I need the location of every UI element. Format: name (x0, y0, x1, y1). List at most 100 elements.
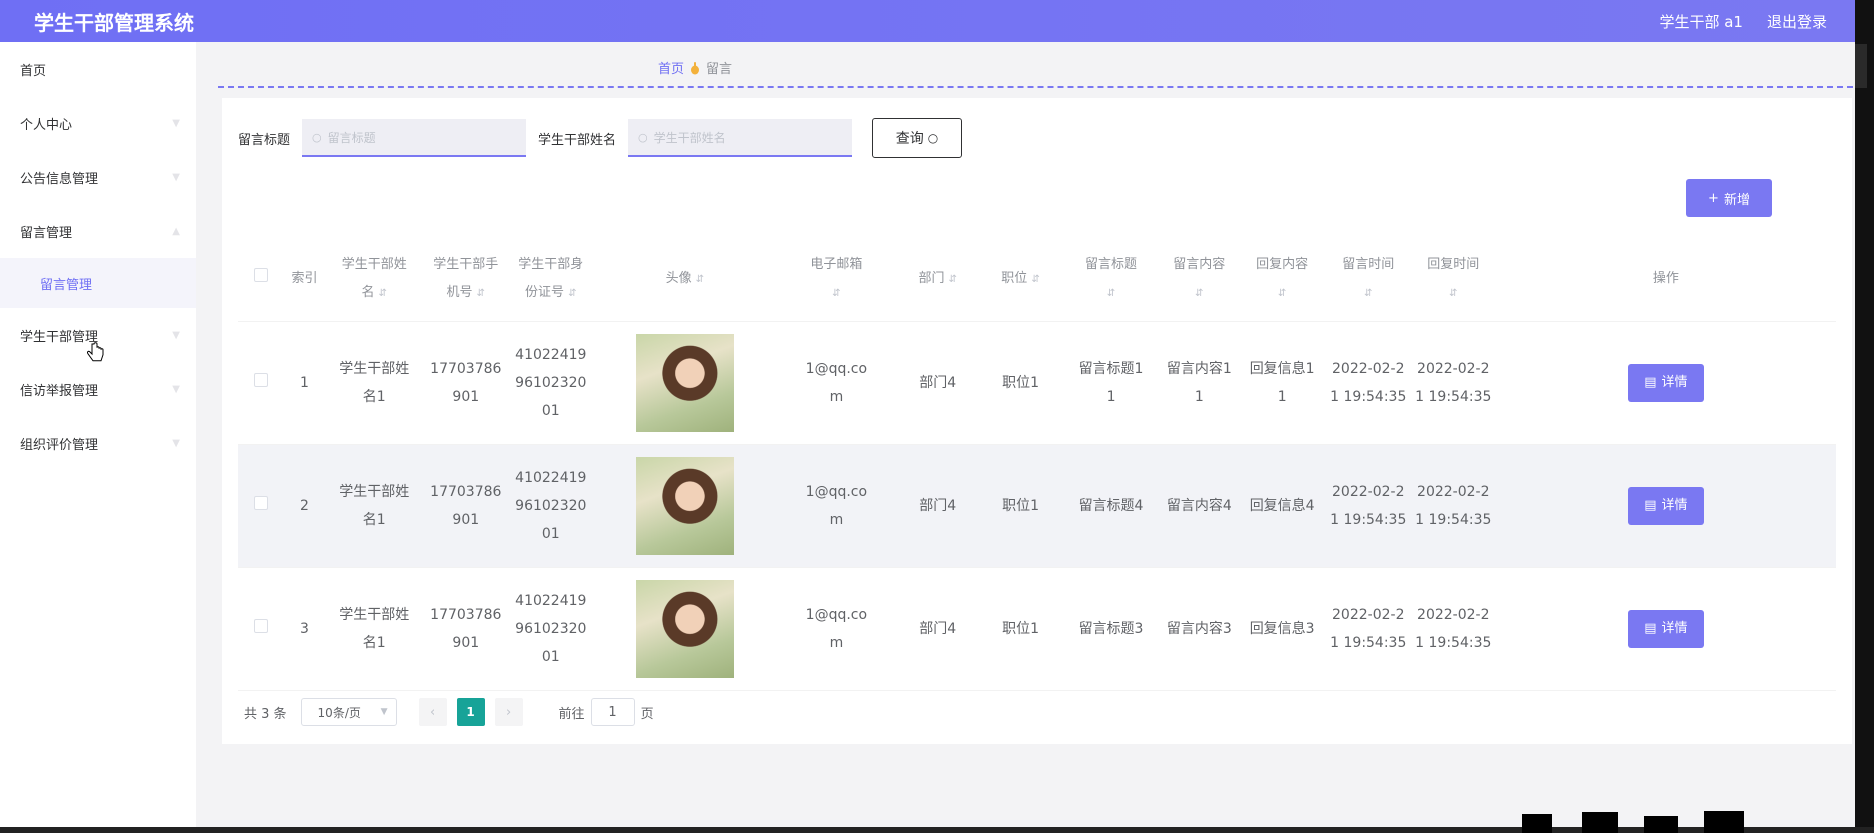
header-email[interactable]: 电子邮箱 ⇵ (776, 238, 897, 322)
scrollbar[interactable] (1855, 44, 1867, 88)
cell-time: 2022-02-2 1 19:54:35 (1325, 567, 1411, 691)
table-header-row: 索引 学生干部姓名 ⇵ 学生干部手 机号 ⇵ 学生干部身 份证号 ⇵ 头像 ⇵ 电子… (238, 238, 1836, 322)
chevron-down-icon: ▼ (172, 383, 180, 395)
sidebar-item-profile[interactable]: 个人中心 ▼ (0, 96, 196, 150)
title-search-input[interactable]: ○ 留言标题 (302, 119, 527, 157)
query-label: 查询 (895, 131, 924, 147)
detail-button[interactable]: ▤ 详情 (1627, 363, 1704, 402)
goto-page-input[interactable]: 1 (590, 698, 635, 726)
sidebar-item-home[interactable]: 首页 (0, 42, 196, 96)
cell-content: 留言内容3 (1160, 567, 1239, 691)
sidebar-item-label: 留言管理 (20, 225, 73, 241)
sort-icon: ⇵ (832, 287, 841, 299)
sidebar-subitem-label: 留言管理 (40, 277, 93, 293)
logout-link[interactable]: 退出登录 (1767, 11, 1827, 32)
next-page-button[interactable]: › (494, 698, 523, 726)
cell-dept: 部门4 (896, 321, 980, 445)
app-window: 学生干部管理系统 学生干部 a1 退出登录 首页 个人中心 ▼ 公告信息管理 ▼ 留… (0, 0, 1855, 827)
sort-icon: ⇵ (1364, 287, 1373, 299)
cell-time: 2022-02-2 1 19:54:35 (1325, 321, 1411, 445)
header-content[interactable]: 留言内容 ⇵ (1160, 238, 1239, 322)
user-name[interactable]: 学生干部 a1 (1659, 11, 1743, 32)
cell-name: 学生干部姓 名1 (325, 444, 424, 568)
chevron-down-icon: ▼ (172, 117, 180, 129)
page-size-select[interactable]: 10条/页 ▼ (300, 698, 397, 726)
table-row: 2 学生干部姓 名1 17703786 901 41022419 96102320 01… (238, 444, 1836, 568)
cell-dept: 部门4 (896, 567, 980, 691)
cell-email: 1@qq.co m (776, 444, 897, 568)
sidebar: 首页 个人中心 ▼ 公告信息管理 ▼ 留言管理 ▲ 留言管理 学生干部管理 ▼ 信访举报… (0, 42, 196, 827)
cell-position: 职位1 (979, 321, 1062, 445)
document-icon: ▤ (1644, 620, 1657, 636)
row-checkbox[interactable] (253, 372, 268, 387)
search-icon: ○ (927, 131, 939, 145)
breadcrumb-home[interactable]: 首页 (658, 58, 684, 77)
overlay-caption-fragment (1522, 811, 1744, 833)
messages-table: 索引 学生干部姓名 ⇵ 学生干部手 机号 ⇵ 学生干部身 份证号 ⇵ 头像 ⇵ 电子… (238, 238, 1836, 691)
sort-icon: ⇵ (568, 287, 577, 299)
cell-reply: 回复信息3 (1238, 567, 1326, 691)
pager-total: 共 3 条 (244, 706, 287, 722)
chevron-down-icon: ▼ (172, 437, 180, 449)
sort-icon: ⇵ (948, 273, 958, 285)
cell-content: 留言内容4 (1160, 444, 1239, 568)
sidebar-item-reports[interactable]: 信访举报管理 ▼ (0, 362, 196, 416)
header-name[interactable]: 学生干部姓名 ⇵ (325, 238, 424, 322)
sidebar-item-announcements[interactable]: 公告信息管理 ▼ (0, 150, 196, 204)
row-checkbox[interactable] (253, 618, 268, 633)
chevron-up-icon: ▲ (172, 225, 180, 237)
sort-icon: ⇵ (695, 273, 705, 285)
detail-button[interactable]: ▤ 详情 (1627, 609, 1704, 648)
header-phone[interactable]: 学生干部手 机号 ⇵ (423, 238, 509, 322)
cell-title: 留言标题1 1 (1061, 321, 1161, 445)
name-search-input[interactable]: ○ 学生干部姓名 (628, 119, 853, 157)
chevron-right-icon: › (505, 704, 512, 720)
prev-page-button[interactable]: ‹ (418, 698, 447, 726)
row-checkbox[interactable] (253, 495, 268, 510)
header-reply[interactable]: 回复内容 ⇵ (1238, 238, 1326, 322)
breadcrumb: 首页 留言 (658, 58, 732, 77)
search-icon: ○ (312, 130, 322, 144)
sidebar-item-messages[interactable]: 留言管理 ▲ (0, 204, 196, 258)
title-search-label: 留言标题 (238, 132, 291, 148)
header-position[interactable]: 职位 ⇵ (979, 238, 1062, 322)
sort-icon: ⇵ (1449, 287, 1458, 299)
divider (218, 86, 1853, 88)
detail-button[interactable]: ▤ 详情 (1627, 486, 1704, 525)
header-idcard[interactable]: 学生干部身 份证号 ⇵ (508, 238, 594, 322)
avatar (635, 333, 734, 432)
cell-title: 留言标题3 (1061, 567, 1161, 691)
name-search-label: 学生干部姓名 (538, 132, 617, 148)
header-dept[interactable]: 部门 ⇵ (896, 238, 980, 322)
select-all-checkbox[interactable] (253, 268, 268, 283)
sidebar-item-label: 信访举报管理 (20, 383, 99, 399)
header-avatar[interactable]: 头像 ⇵ (593, 238, 777, 322)
cell-phone: 17703786 901 (423, 567, 509, 691)
breadcrumb-current: 留言 (706, 62, 733, 77)
chevron-down-icon: ▼ (380, 707, 388, 717)
sidebar-subitem-messages[interactable]: 留言管理 (0, 258, 196, 308)
app-title: 学生干部管理系统 (34, 10, 194, 35)
header-reply-time[interactable]: 回复时间 ⇵ (1410, 238, 1496, 322)
search-icon: ○ (638, 130, 648, 144)
header-title[interactable]: 留言标题 ⇵ (1061, 238, 1161, 322)
cell-reply: 回复信息4 (1238, 444, 1326, 568)
add-button[interactable]: + 新增 (1686, 179, 1772, 217)
cell-phone: 17703786 901 (423, 321, 509, 445)
avatar (635, 579, 734, 678)
header-time[interactable]: 留言时间 ⇵ (1325, 238, 1411, 322)
cell-reply-time: 2022-02-2 1 19:54:35 (1410, 444, 1496, 568)
page-number-current[interactable]: 1 (456, 698, 485, 726)
name-search-placeholder: 学生干部姓名 (653, 130, 726, 145)
sidebar-item-evaluations[interactable]: 组织评价管理 ▼ (0, 416, 196, 470)
document-icon: ▤ (1644, 497, 1657, 513)
table-row: 3 学生干部姓 名1 17703786 901 41022419 96102320 01… (238, 567, 1836, 691)
cell-idcard: 41022419 96102320 01 (508, 321, 594, 445)
cell-email: 1@qq.co m (776, 567, 897, 691)
cell-position: 职位1 (979, 444, 1062, 568)
goto-page: 前往 1 页 (559, 698, 654, 726)
plus-icon: + (1708, 190, 1719, 206)
sidebar-item-label: 首页 (20, 63, 47, 79)
pagination: 共 3 条 10条/页 ▼ ‹ 1 › 前往 1 页 (244, 698, 654, 726)
query-button[interactable]: 查询 ○ (872, 118, 963, 158)
